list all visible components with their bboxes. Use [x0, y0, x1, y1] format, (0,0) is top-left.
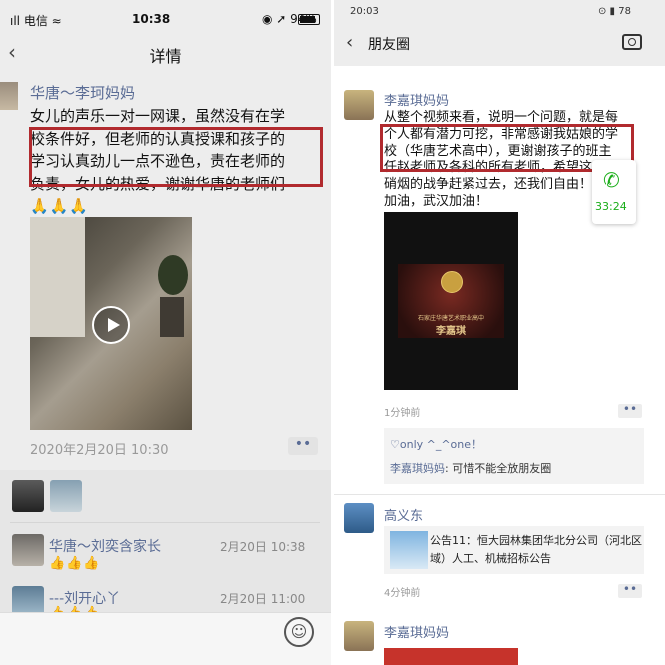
post-author[interactable]: 李嘉琪妈妈: [384, 622, 449, 641]
author-avatar[interactable]: [0, 82, 18, 110]
shared-link-thumbnail: [390, 531, 428, 569]
post-line: 女儿的声乐一对一网课，虽然没有在学: [30, 107, 286, 125]
emoji-icon[interactable]: ☺: [284, 617, 314, 647]
post-timestamp: 4分钟前: [384, 588, 421, 599]
back-chevron-icon[interactable]: ‹: [346, 32, 353, 53]
shared-link-title: 公告11：恒大园林集团华北分公司（河北区域）人工、机械招标公告: [430, 534, 642, 565]
page-title: 朋友圈: [368, 37, 410, 53]
comment-input-bar[interactable]: [0, 612, 331, 665]
post-author[interactable]: 华唐～李珂妈妈: [30, 82, 135, 103]
clock-label: 20:03: [350, 6, 379, 17]
comment-divider: [10, 522, 320, 523]
commenter-avatar[interactable]: [12, 534, 44, 566]
status-bar: ıll 电信 ≈ 10:38 ◉ ➚ 94%: [0, 0, 331, 34]
clock-label: 10:38: [132, 12, 171, 26]
author-avatar[interactable]: [344, 90, 374, 120]
post-author[interactable]: 李嘉琪妈妈: [384, 90, 449, 109]
liker-avatar[interactable]: [12, 480, 44, 512]
post-author[interactable]: 高义东: [384, 505, 423, 524]
nav-bar: ‹ 朋友圈: [334, 22, 665, 66]
left-screenshot-panel: ıll 电信 ≈ 10:38 ◉ ➚ 94% ‹ 详情 华唐～李珂妈妈 女儿的声…: [0, 0, 331, 665]
right-screenshot-panel: 20:03 ⊙ ▮ 78 ‹ 朋友圈 李嘉琪妈妈 从整个视频来看，说明一个问题，…: [334, 0, 665, 665]
highlight-box: [29, 127, 323, 187]
camera-icon[interactable]: [622, 34, 642, 50]
phone-icon[interactable]: ✆: [603, 168, 620, 192]
nav-bar: ‹ 详情: [0, 34, 331, 72]
post-emoji-line: 🙏🙏🙏: [30, 197, 90, 215]
post-timestamp: 2020年2月20日 10:30: [30, 443, 169, 458]
more-options-button[interactable]: ••: [288, 437, 318, 455]
video-school-name: 石家庄华唐艺术职业高中: [417, 315, 484, 322]
video-pot: [160, 297, 184, 337]
comment-text: 👍👍👍: [49, 556, 101, 571]
like-entry[interactable]: ♡only ^_^one！: [390, 436, 482, 452]
liker-avatar[interactable]: [50, 480, 82, 512]
play-icon[interactable]: [92, 306, 130, 344]
video-plant: [158, 255, 188, 295]
author-avatar[interactable]: [344, 503, 374, 533]
status-bar: 20:03 ⊙ ▮ 78: [334, 0, 665, 22]
video-window-area: [30, 217, 85, 337]
carrier-label: ıll 电信 ≈: [10, 14, 62, 28]
video-thumbnail[interactable]: [30, 217, 192, 430]
school-emblem-icon: [441, 271, 463, 293]
call-duration: 33:24: [595, 200, 627, 213]
video-student-name: 李嘉琪: [436, 326, 466, 337]
post-divider: [334, 494, 665, 495]
commenter-name[interactable]: 李嘉琪妈妈: [390, 462, 445, 475]
status-icons: ⊙ ▮ 78: [598, 6, 631, 17]
battery-icon: [298, 14, 320, 25]
more-options-button[interactable]: ••: [618, 583, 642, 598]
commenter-name[interactable]: 华唐～刘奕含家长: [49, 536, 161, 556]
comment-time: 2月20日 10:38: [220, 540, 306, 554]
author-avatar[interactable]: [344, 621, 374, 651]
page-title: 详情: [149, 47, 182, 66]
post-timestamp: 1分钟前: [384, 408, 421, 419]
comment-time: 2月20日 11:00: [220, 592, 306, 606]
commenter-name[interactable]: ---刘开心丫: [49, 588, 120, 608]
comment-text: : 可惜不能全放朋友圈: [445, 462, 552, 475]
more-options-button[interactable]: ••: [618, 403, 642, 418]
comment-entry: 李嘉琪妈妈: 可惜不能全放朋友圈: [390, 460, 551, 476]
post-image-preview[interactable]: [384, 648, 518, 665]
